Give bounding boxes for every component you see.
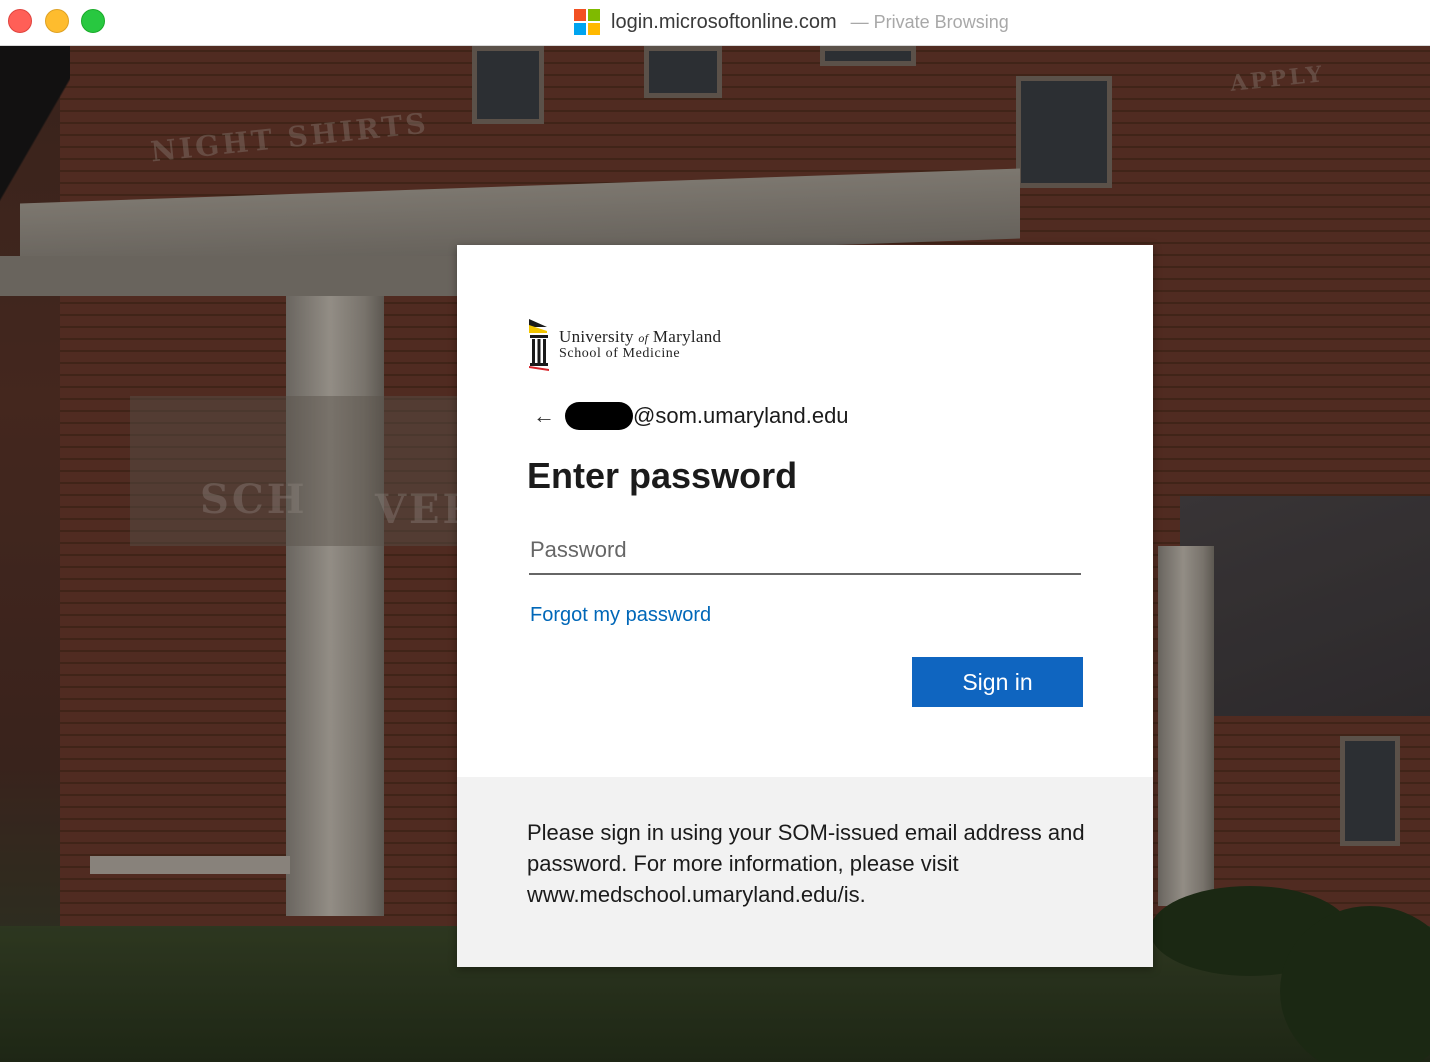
password-input[interactable] <box>529 527 1081 575</box>
browser-titlebar: login.microsoftonline.com — Private Brow… <box>0 0 1430 46</box>
url-text: login.microsoftonline.com <box>611 10 837 33</box>
private-browsing-label: — Private Browsing <box>850 11 1009 32</box>
maximize-window-button[interactable] <box>81 9 105 33</box>
redacted-username <box>565 402 633 430</box>
account-identity: ← @som.umaryland.edu <box>533 402 849 430</box>
logo-mark <box>527 317 551 371</box>
footer-text: Please sign in using your SOM-issued ema… <box>527 820 1085 907</box>
minimize-window-button[interactable] <box>45 9 69 33</box>
back-arrow-icon[interactable]: ← <box>533 403 555 429</box>
logo-wordmark: University of Maryland School of Medicin… <box>559 326 722 361</box>
microsoft-logo-icon <box>574 9 600 35</box>
close-window-button[interactable] <box>8 9 32 33</box>
page-title: Enter password <box>527 455 798 496</box>
university-maryland-logo-icon: University of Maryland School of Medicin… <box>527 317 721 371</box>
forgot-password-link[interactable]: Forgot my password <box>530 604 711 627</box>
window-title: login.microsoftonline.com — Private Brow… <box>574 6 1009 38</box>
info-footer: Please sign in using your SOM-issued ema… <box>457 777 1153 967</box>
sign-in-button[interactable]: Sign in <box>912 657 1083 707</box>
email-domain: @som.umaryland.edu <box>633 403 849 428</box>
login-card: University of Maryland School of Medicin… <box>457 245 1153 967</box>
